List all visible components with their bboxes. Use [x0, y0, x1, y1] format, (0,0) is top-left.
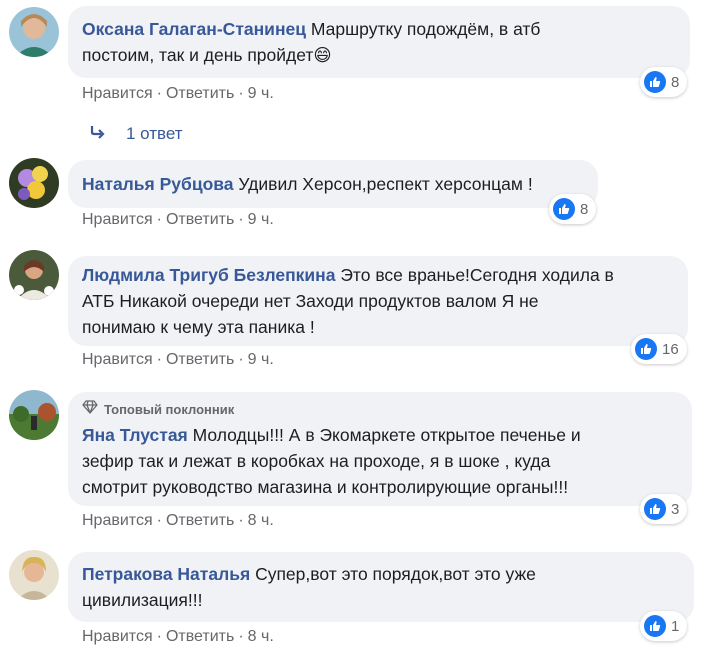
like-count-pill[interactable]: 1 — [640, 611, 688, 641]
author-name[interactable]: Петракова Наталья — [82, 564, 250, 584]
author-name[interactable]: Наталья Рубцова — [82, 174, 234, 194]
thumbs-up-icon — [644, 498, 666, 520]
comment-text: АТБ Никакой очереди нет Заходи продуктов… — [82, 291, 539, 311]
comment-actions: Нравится · Ответить · 8 ч. — [82, 512, 274, 530]
comment-bubble: Наталья Рубцова Удивил Херсон,респект хе… — [68, 160, 598, 208]
like-link[interactable]: Нравится — [82, 628, 153, 646]
like-link[interactable]: Нравится — [82, 512, 153, 530]
separator: · — [238, 351, 244, 368]
top-fan-badge[interactable]: Топовый поклонник — [82, 400, 678, 419]
like-link[interactable]: Нравится — [82, 351, 153, 369]
thumbs-up-icon — [644, 615, 666, 637]
comment-actions: Нравится · Ответить · 8 ч. — [82, 628, 274, 646]
like-count: 8 — [580, 200, 589, 218]
comment-text: смотрит руководство магазина и контролир… — [82, 477, 569, 497]
reply-link[interactable]: Ответить — [166, 211, 234, 229]
comment-text: Молодцы!!! А в Экомаркете открытое печен… — [192, 425, 581, 445]
comment-actions: Нравится · Ответить · 9 ч. — [82, 85, 274, 103]
comment-actions: Нравится · Ответить · 9 ч. — [82, 351, 274, 369]
timestamp[interactable]: 8 ч. — [248, 512, 274, 530]
thumbs-up-icon — [635, 338, 657, 360]
like-count: 8 — [671, 73, 680, 91]
avatar[interactable] — [9, 250, 59, 300]
comment-bubble: Топовый поклонник Яна Тлустая Молодцы!!!… — [68, 392, 692, 506]
author-name[interactable]: Людмила Тригуб Безлепкина — [82, 265, 335, 285]
avatar[interactable] — [9, 7, 59, 57]
comment-text: зефир так и лежат в коробках на проходе,… — [82, 451, 551, 471]
reply-link[interactable]: Ответить — [166, 351, 234, 369]
like-count-pill[interactable]: 8 — [549, 194, 597, 224]
thumbs-up-icon — [644, 71, 666, 93]
separator: · — [238, 628, 244, 645]
comment-text: цивилизация!!! — [82, 590, 203, 610]
replies-count[interactable]: 1 ответ — [126, 124, 183, 144]
badge-label: Топовый поклонник — [104, 401, 235, 417]
comment-bubble: Оксана Галаган-Станинец Маршрутку подожд… — [68, 6, 690, 78]
separator: · — [156, 211, 162, 228]
separator: · — [238, 512, 244, 529]
like-count: 16 — [662, 340, 679, 358]
avatar[interactable] — [9, 158, 59, 208]
comment-text: постоим, так и день пройдет😄 — [82, 45, 332, 65]
separator: · — [156, 512, 162, 529]
author-name[interactable]: Оксана Галаган-Станинец — [82, 19, 306, 39]
separator: · — [238, 211, 244, 228]
reply-link[interactable]: Ответить — [166, 85, 234, 103]
comment-text: Это все вранье!Сегодня ходила в — [340, 265, 614, 285]
like-count-pill[interactable]: 8 — [640, 67, 688, 97]
timestamp[interactable]: 9 ч. — [248, 351, 274, 369]
timestamp[interactable]: 9 ч. — [248, 211, 274, 229]
comment-bubble: Людмила Тригуб Безлепкина Это все вранье… — [68, 256, 688, 346]
comment-text: понимаю к чему эта паника ! — [82, 317, 315, 337]
timestamp[interactable]: 8 ч. — [248, 628, 274, 646]
reply-link[interactable]: Ответить — [166, 512, 234, 530]
reply-link[interactable]: Ответить — [166, 628, 234, 646]
comment-bubble: Петракова Наталья Супер,вот это порядок,… — [68, 552, 694, 622]
like-link[interactable]: Нравится — [82, 211, 153, 229]
separator: · — [238, 85, 244, 102]
thumbs-up-icon — [553, 198, 575, 220]
reply-arrow-icon — [90, 124, 106, 144]
comment-actions: Нравится · Ответить · 9 ч. — [82, 211, 274, 229]
like-count: 3 — [671, 500, 680, 518]
comment-text: Супер,вот это порядок,вот это уже — [255, 564, 536, 584]
separator: · — [156, 85, 162, 102]
separator: · — [156, 628, 162, 645]
avatar[interactable] — [9, 390, 59, 440]
like-link[interactable]: Нравится — [82, 85, 153, 103]
view-replies-link[interactable]: 1 ответ — [90, 124, 183, 144]
avatar[interactable] — [9, 550, 59, 600]
separator: · — [156, 351, 162, 368]
like-count-pill[interactable]: 16 — [631, 334, 687, 364]
like-count: 1 — [671, 617, 680, 635]
diamond-icon — [82, 400, 98, 419]
author-name[interactable]: Яна Тлустая — [82, 425, 188, 445]
like-count-pill[interactable]: 3 — [640, 494, 688, 524]
timestamp[interactable]: 9 ч. — [248, 85, 274, 103]
comment-text: Маршрутку подождём, в атб — [310, 19, 541, 39]
comment-text: Удивил Херсон,респект херсонцам ! — [238, 174, 533, 194]
